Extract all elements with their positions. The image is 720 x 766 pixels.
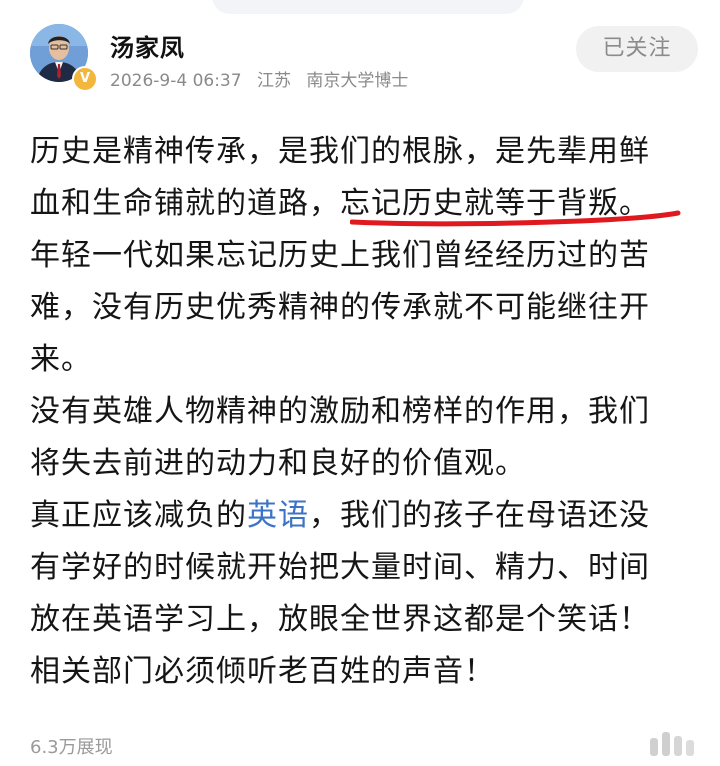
post-line: 有学好的时候就开始把大量时间、精力、时间 <box>30 550 650 585</box>
post-location: 江苏 <box>256 71 291 91</box>
follow-button[interactable]: 已关注 <box>576 26 698 72</box>
post-line: 将失去前进的动力和良好的价值观。 <box>30 446 526 481</box>
author-credential: 南京大学博士 <box>306 71 409 91</box>
post-line: 年轻一代如果忘记历史上我们曾经经历过的苦 <box>30 238 650 273</box>
post-line-part: 血和生命铺就的道路， <box>30 186 340 221</box>
post-line: 没有英雄人物精神的激励和榜样的作用，我们 <box>30 394 650 429</box>
post-line-part: ，我们的孩子在母语还没 <box>309 498 650 533</box>
post-line: 放在英语学习上，放眼全世界这都是个笑话！ <box>30 602 650 637</box>
post-line: 来。 <box>30 342 92 377</box>
post-text: 历史是精神传承，是我们的根脉，是先辈用鲜 血和生命铺就的道路，忘记历史就等于背叛… <box>30 126 700 698</box>
highlighted-sentence: 忘记历史就等于背叛。 <box>340 186 650 221</box>
weibo-post-screen: V 汤家凤 2026-9-4 06:37 江苏 南京大学博士 已关注 历史是精神… <box>0 0 720 766</box>
post-line: 难，没有历史优秀精神的传承就不可能继往开 <box>30 290 650 325</box>
post-line: 真正应该减负的英语，我们的孩子在母语还没 <box>30 490 700 542</box>
top-search-bar[interactable] <box>212 0 524 14</box>
like-icon[interactable] <box>646 728 702 758</box>
post-line: 历史是精神传承，是我们的根脉，是先辈用鲜 <box>30 134 650 169</box>
post-line-part: 真正应该减负的 <box>30 498 247 533</box>
post-meta: 2026-9-4 06:37 江苏 南京大学博士 <box>110 66 418 91</box>
view-count: 6.3万展现 <box>30 737 113 758</box>
verified-badge-icon: V <box>72 66 98 92</box>
post-line: 血和生命铺就的道路，忘记历史就等于背叛。 <box>30 178 700 230</box>
english-topic-link[interactable]: 英语 <box>247 498 309 533</box>
author-name[interactable]: 汤家凤 <box>110 28 185 63</box>
post-line: 相关部门必须倾听老百姓的声音！ <box>30 654 495 689</box>
post-time: 2026-9-4 06:37 <box>110 71 242 91</box>
author-avatar-wrap[interactable]: V <box>30 24 98 92</box>
